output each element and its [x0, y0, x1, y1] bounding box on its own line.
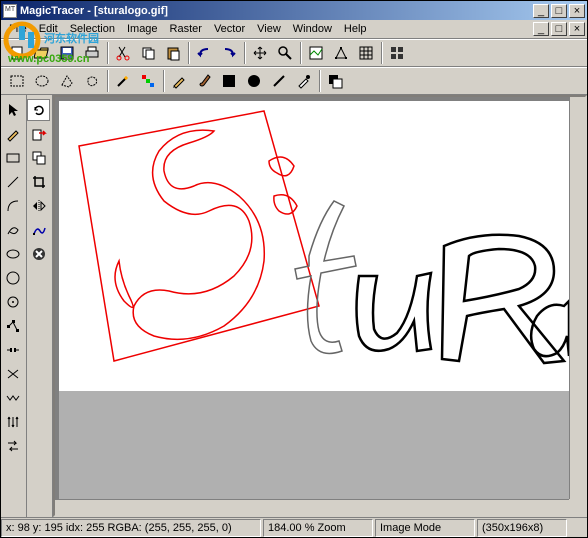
trace-tool[interactable]	[27, 219, 50, 241]
scan-button[interactable]	[80, 42, 103, 64]
circle-tool[interactable]	[1, 267, 24, 289]
pencil-tool[interactable]	[1, 123, 24, 145]
toolbar-main	[1, 39, 587, 67]
mdi-minimize-button[interactable]: _	[533, 22, 549, 36]
menu-help[interactable]: Help	[338, 21, 373, 37]
scrollbar-vertical[interactable]	[569, 97, 585, 499]
paste-button[interactable]	[161, 42, 184, 64]
status-zoom: 184.00 % Zoom	[263, 519, 373, 537]
parallel-tool[interactable]	[1, 411, 24, 433]
menu-image[interactable]: Image	[121, 21, 164, 37]
app-icon	[3, 4, 17, 18]
nodes-tool[interactable]	[1, 315, 24, 337]
app-window: MagicTracer - [sturalogo.gif] _ □ × File…	[0, 0, 588, 538]
panels-button[interactable]	[385, 42, 408, 64]
copy-button[interactable]	[136, 42, 159, 64]
select-ellipse-button[interactable]	[30, 70, 53, 92]
fill-circle-button[interactable]	[242, 70, 265, 92]
ellipse-tool[interactable]	[1, 243, 24, 265]
zoom-button[interactable]	[273, 42, 296, 64]
redo-button[interactable]	[217, 42, 240, 64]
join-tool[interactable]	[1, 363, 24, 385]
color-select-button[interactable]	[136, 70, 159, 92]
pen-button[interactable]	[167, 70, 190, 92]
vector-mode-button[interactable]	[329, 42, 352, 64]
line-draw-button[interactable]	[267, 70, 290, 92]
window-title: MagicTracer - [sturalogo.gif]	[20, 5, 531, 17]
swap-tool[interactable]	[1, 435, 24, 457]
delete-tool[interactable]	[27, 243, 50, 265]
export-tool[interactable]	[27, 123, 50, 145]
canvas[interactable]	[53, 95, 587, 517]
line-tool[interactable]	[1, 171, 24, 193]
left-toolbox-2	[27, 95, 53, 517]
menu-view[interactable]: View	[251, 21, 287, 37]
maximize-button[interactable]: □	[551, 4, 567, 18]
new-button[interactable]	[5, 42, 28, 64]
scrollbar-horizontal[interactable]	[55, 499, 569, 515]
curve-tool[interactable]	[1, 219, 24, 241]
menu-edit[interactable]: Edit	[33, 21, 64, 37]
menu-raster[interactable]: Raster	[164, 21, 208, 37]
menu-window[interactable]: Window	[287, 21, 338, 37]
workarea	[1, 95, 587, 517]
pointer-tool[interactable]	[1, 99, 24, 121]
minimize-button[interactable]: _	[533, 4, 549, 18]
select-lasso-button[interactable]	[80, 70, 103, 92]
arc-tool[interactable]	[1, 195, 24, 217]
refresh-tool[interactable]	[27, 99, 50, 121]
crop-tool[interactable]	[27, 171, 50, 193]
toolbar-shapes	[1, 67, 587, 95]
open-button[interactable]	[30, 42, 53, 64]
eyedropper-button[interactable]	[292, 70, 315, 92]
scrollbar-corner	[569, 499, 585, 515]
mdi-restore-button[interactable]: □	[551, 22, 567, 36]
left-toolbox-1	[1, 95, 27, 517]
brush-button[interactable]	[192, 70, 215, 92]
star-tool[interactable]	[1, 291, 24, 313]
select-rect-button[interactable]	[5, 70, 28, 92]
mdi-close-button[interactable]: ×	[569, 22, 585, 36]
break-tool[interactable]	[1, 339, 24, 361]
fill-square-button[interactable]	[217, 70, 240, 92]
wand-button[interactable]	[111, 70, 134, 92]
titlebar: MagicTracer - [sturalogo.gif] _ □ ×	[1, 1, 587, 20]
status-size: (350x196x8)	[477, 519, 567, 537]
undo-button[interactable]	[192, 42, 215, 64]
menu-selection[interactable]: Selection	[64, 21, 121, 37]
image-mode-button[interactable]	[304, 42, 327, 64]
grid-button[interactable]	[354, 42, 377, 64]
color-swatch-button[interactable]	[323, 70, 346, 92]
save-button[interactable]	[55, 42, 78, 64]
menu-vector[interactable]: Vector	[208, 21, 251, 37]
rect-tool[interactable]	[1, 147, 24, 169]
statusbar: x: 98 y: 195 idx: 255 RGBA: (255, 255, 2…	[1, 517, 587, 537]
zigzag-tool[interactable]	[1, 387, 24, 409]
traced-artwork	[59, 101, 569, 391]
select-poly-button[interactable]	[55, 70, 78, 92]
menu-file[interactable]: File	[3, 21, 33, 37]
cut-button[interactable]	[111, 42, 134, 64]
canvas-image	[59, 101, 569, 391]
status-coords: x: 98 y: 195 idx: 255 RGBA: (255, 255, 2…	[1, 519, 261, 537]
status-mode: Image Mode	[375, 519, 475, 537]
flip-tool[interactable]	[27, 195, 50, 217]
menubar: File Edit Selection Image Raster Vector …	[1, 20, 587, 39]
layers-tool[interactable]	[27, 147, 50, 169]
pan-button[interactable]	[248, 42, 271, 64]
close-button[interactable]: ×	[569, 4, 585, 18]
